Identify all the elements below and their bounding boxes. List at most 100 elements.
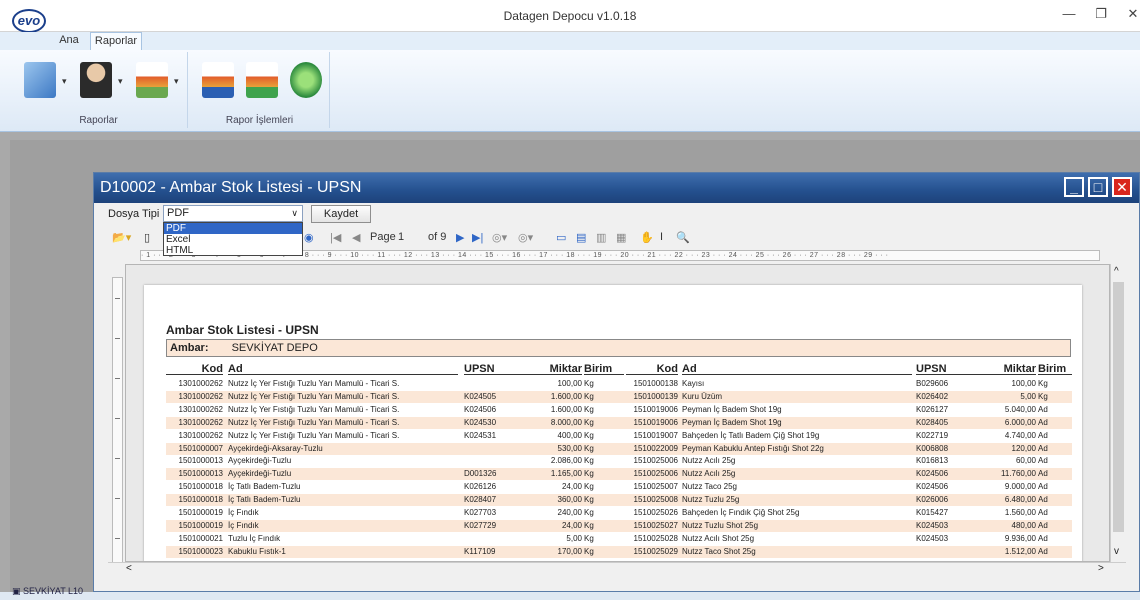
- add-report-icon[interactable]: [246, 62, 278, 98]
- cell-upsn: K026127: [916, 404, 949, 414]
- cell-miktar: 5,00: [1020, 391, 1036, 401]
- warehouse-value: SEVKİYAT DEPO: [231, 342, 318, 354]
- file-type-select[interactable]: PDF ∨: [163, 205, 303, 222]
- next-page-icon[interactable]: ▶: [456, 231, 464, 244]
- print-preview-area[interactable]: Ambar Stok Listesi - UPSN Ambar: SEVKİYA…: [125, 264, 1110, 562]
- cell-miktar: 400,00: [557, 430, 582, 440]
- single-page-icon[interactable]: ▭: [556, 231, 566, 244]
- cell-miktar: 1.560,00: [1004, 508, 1036, 517]
- table-row: 1301000262 Nutzz İç Yer Fıstığı Tuzlu Yar…: [166, 404, 1072, 416]
- cell-upsn: K117109: [464, 546, 496, 556]
- cell-kod: 1510022009: [633, 443, 679, 453]
- header-kod: Kod: [626, 363, 678, 375]
- cell-ad: Ayçekirdeği-Tuzlu: [228, 456, 292, 466]
- cell-birim: Kg: [584, 404, 594, 414]
- find-icon[interactable]: 🔍: [676, 231, 690, 244]
- cell-upsn: K006808: [916, 443, 949, 453]
- option-excel[interactable]: Excel: [164, 234, 302, 245]
- ribbon-body: ▾ ▾ ▾ Raporlar Rapor İşlemleri: [0, 50, 1140, 132]
- cell-kod: 1510025028: [633, 533, 679, 543]
- stock-report-icon[interactable]: [24, 62, 56, 98]
- header-ad: Ad: [228, 363, 458, 375]
- vertical-scrollbar[interactable]: ^ v: [1110, 264, 1126, 562]
- scroll-thumb[interactable]: [1113, 282, 1124, 532]
- option-html[interactable]: HTML: [164, 245, 302, 256]
- save-button[interactable]: Kaydet: [311, 205, 371, 223]
- cell-ad: Nutzz Acılı 25g: [682, 469, 736, 479]
- cell-kod: 1510025008: [633, 495, 679, 505]
- page-number-input[interactable]: 1: [398, 231, 404, 243]
- cell-birim: Kg: [584, 508, 594, 517]
- chevron-down-icon[interactable]: ▾: [118, 76, 123, 87]
- cell-birim: Kg: [584, 482, 594, 492]
- close-button[interactable]: ✕: [1120, 4, 1140, 26]
- scroll-left-icon[interactable]: <: [126, 563, 132, 574]
- taskbar-item[interactable]: ▣ SEVKİYAT L10: [12, 586, 83, 597]
- cell-ad: İç Tatlı Badem-Tuzlu: [228, 495, 301, 505]
- cell-ad: Nutzz İç Yer Fıstığı Tuzlu Yarı Mamulü -…: [228, 430, 400, 440]
- text-select-icon[interactable]: I: [660, 231, 663, 243]
- back-icon[interactable]: ◎▾: [492, 231, 507, 244]
- scroll-up-icon[interactable]: ^: [1114, 266, 1119, 277]
- cell-upsn: K024505: [464, 391, 497, 401]
- table-row: 1301000262 Nutzz İç Yer Fıstığı Tuzlu Yar…: [166, 430, 1072, 442]
- cell-upsn: K016813: [916, 456, 949, 466]
- document-icon[interactable]: ▯: [144, 231, 150, 244]
- table-row: 1501000013 Ayçekirdeği-Tuzlu D001326 1.165,…: [166, 468, 1072, 481]
- cell-birim: Ad: [1038, 546, 1048, 556]
- cell-ad: Nutzz Acılı 25g: [682, 456, 736, 466]
- file-type-label: Dosya Tipi: [108, 208, 160, 220]
- cell-miktar: 170,00: [557, 546, 582, 556]
- cell-upsn: K024503: [916, 533, 949, 543]
- zoom-icon[interactable]: ◉: [304, 231, 314, 244]
- last-page-icon[interactable]: ▶|: [472, 231, 483, 244]
- chevron-down-icon[interactable]: ▾: [174, 76, 179, 87]
- first-page-icon[interactable]: |◀: [330, 231, 341, 244]
- cell-birim: Ad: [1038, 533, 1048, 543]
- maximize-icon[interactable]: □: [1088, 177, 1108, 197]
- table-row: 1501000018 İç Tatlı Badem-Tuzlu K026126 24,…: [166, 481, 1072, 493]
- previous-page-icon[interactable]: ◀: [352, 231, 360, 244]
- cell-kod: 1510019006: [633, 404, 679, 414]
- tab-raporlar[interactable]: Raporlar: [90, 32, 142, 50]
- cell-miktar: 1.600,00: [550, 391, 582, 401]
- cell-upsn: K026006: [916, 495, 949, 505]
- minimize-button[interactable]: —: [1056, 4, 1082, 26]
- scroll-down-icon[interactable]: v: [1114, 546, 1119, 557]
- two-page-icon[interactable]: ▥: [596, 231, 606, 244]
- cell-birim: Ad: [1038, 508, 1048, 517]
- forward-icon[interactable]: ◎▾: [518, 231, 533, 244]
- report-info-icon[interactable]: [202, 62, 234, 98]
- chevron-down-icon[interactable]: ▾: [62, 76, 67, 87]
- cell-upsn: K024530: [464, 417, 497, 427]
- cell-ad: İç Tatlı Badem-Tuzlu: [228, 482, 301, 492]
- table-row: 1301000262 Nutzz İç Yer Fıstığı Tuzlu Yar…: [166, 378, 1072, 390]
- cell-birim: Ad: [1038, 495, 1048, 505]
- minimize-icon[interactable]: _: [1064, 177, 1084, 197]
- restore-button[interactable]: ❐: [1088, 4, 1114, 26]
- cell-miktar: 4.740,00: [1004, 430, 1036, 440]
- chart-report-icon[interactable]: [136, 62, 168, 98]
- hand-tool-icon[interactable]: ✋: [640, 231, 654, 244]
- refresh-icon[interactable]: [290, 62, 322, 98]
- file-type-options: PDF Excel HTML: [163, 222, 303, 256]
- close-icon[interactable]: ✕: [1112, 177, 1132, 197]
- cell-birim: Ad: [1038, 404, 1048, 414]
- cell-birim: Kg: [584, 469, 594, 479]
- tab-ana[interactable]: Ana: [54, 32, 84, 50]
- table-row: 1501000019 İç Fındık K027703 240,00 Kg 151002…: [166, 507, 1072, 519]
- four-page-icon[interactable]: ▦: [616, 231, 626, 244]
- header-ad: Ad: [682, 363, 912, 375]
- user-report-icon[interactable]: [80, 62, 112, 98]
- cell-kod: 1510025027: [633, 520, 679, 530]
- table-row: 1501000021 Tuzlu İç Fındık 5,00 Kg 151002502…: [166, 533, 1072, 545]
- header-upsn: UPSN: [916, 363, 986, 375]
- option-pdf[interactable]: PDF: [164, 223, 302, 234]
- cell-ad: Peyman İç Badem Shot 19g: [682, 404, 782, 414]
- scroll-right-icon[interactable]: >: [1098, 563, 1104, 574]
- horizontal-scrollbar[interactable]: < >: [108, 562, 1126, 576]
- page-total: of 9: [428, 231, 447, 243]
- cell-kod: 1501000023: [178, 546, 224, 556]
- multi-page-icon[interactable]: ▤: [576, 231, 586, 244]
- open-folder-icon[interactable]: 📂▾: [112, 231, 131, 244]
